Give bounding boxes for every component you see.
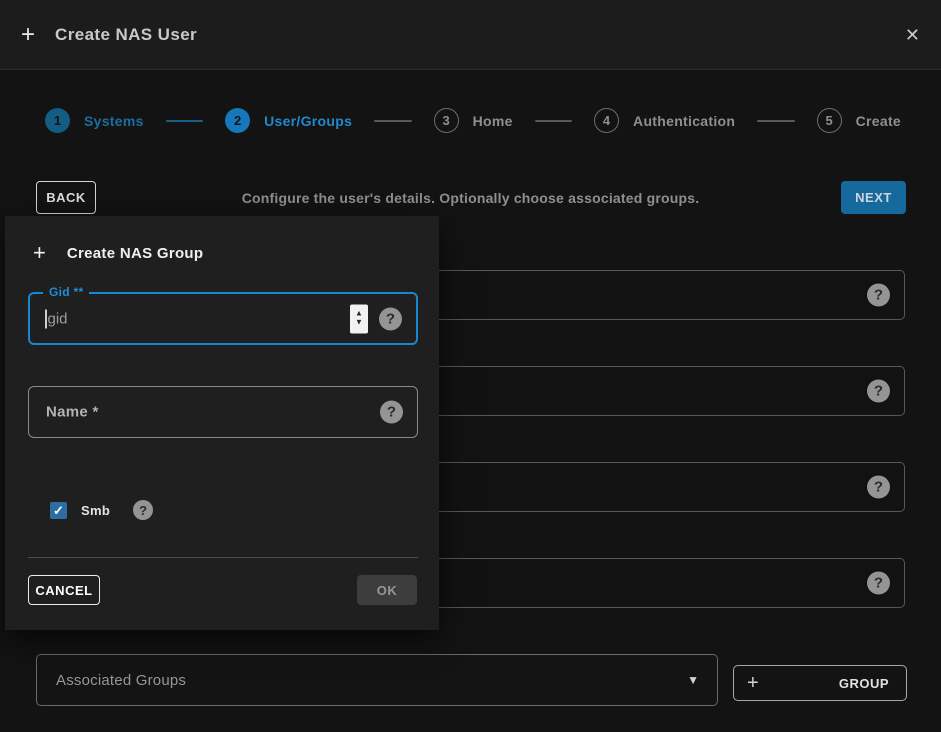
checkmark-icon: ✓ [53,504,64,517]
step-number-badge: 1 [45,108,70,133]
step-systems[interactable]: 1 Systems [45,108,144,133]
smb-checkbox-row: ✓ Smb ? [50,500,153,520]
step-label: Systems [84,113,144,129]
text-cursor [45,309,47,328]
associated-groups-select[interactable]: Associated Groups ▼ [36,654,718,706]
gid-number-stepper[interactable]: ▲ ▼ [350,304,368,333]
step-connector [757,120,794,122]
plus-icon: + [33,242,46,264]
help-icon[interactable]: ? [380,401,403,424]
help-icon[interactable]: ? [379,307,402,330]
help-icon[interactable]: ? [133,500,153,520]
dialog-title: Create NAS User [55,25,197,45]
help-icon[interactable]: ? [867,380,890,403]
modal-header: + Create NAS Group [33,242,203,264]
modal-title: Create NAS Group [67,245,204,262]
smb-checkbox[interactable]: ✓ [50,502,67,519]
help-icon[interactable]: ? [867,572,890,595]
step-connector [374,120,411,122]
next-button[interactable]: NEXT [841,181,906,214]
add-group-button-label: GROUP [839,676,889,691]
step-home[interactable]: 3 Home [434,108,513,133]
help-icon[interactable]: ? [867,476,890,499]
step-create[interactable]: 5 Create [817,108,901,133]
step-label: Authentication [633,113,735,129]
add-group-button[interactable]: + GROUP [733,665,907,701]
step-number-badge: 5 [817,108,842,133]
create-nas-group-modal: + Create NAS Group Gid ** gid ▲ ▼ ? Name… [5,216,439,630]
modal-divider [28,557,418,558]
step-label: User/Groups [264,113,352,129]
step-connector [166,120,203,122]
close-icon[interactable]: ✕ [905,26,920,44]
ok-button[interactable]: OK [357,575,417,605]
name-field-label: Name * [46,404,99,421]
gid-field[interactable]: Gid ** gid ▲ ▼ ? [28,292,418,345]
step-label: Home [473,113,513,129]
smb-checkbox-label: Smb [81,503,110,518]
dialog-header: + Create NAS User ✕ [0,0,941,70]
step-number-badge: 3 [434,108,459,133]
step-connector [535,120,572,122]
gid-field-label: Gid ** [43,285,89,299]
plus-icon: + [747,673,759,693]
wizard-stepper: 1 Systems 2 User/Groups 3 Home 4 Authent… [45,108,901,133]
step-label: Create [856,113,901,129]
chevron-down-icon: ▼ [687,673,699,687]
step-authentication[interactable]: 4 Authentication [594,108,735,133]
stepper-down-icon[interactable]: ▼ [355,319,363,328]
step-user-groups[interactable]: 2 User/Groups [225,108,352,133]
gid-placeholder: gid [48,310,68,327]
associated-groups-placeholder: Associated Groups [56,672,186,689]
name-field[interactable]: Name * ? [28,386,418,438]
plus-icon: + [21,23,35,47]
help-icon[interactable]: ? [867,284,890,307]
step-number-badge: 4 [594,108,619,133]
step-number-badge: 2 [225,108,250,133]
gid-input[interactable]: gid [45,309,68,328]
cancel-button[interactable]: CANCEL [28,575,100,605]
step-description: Configure the user's details. Optionally… [0,190,941,206]
